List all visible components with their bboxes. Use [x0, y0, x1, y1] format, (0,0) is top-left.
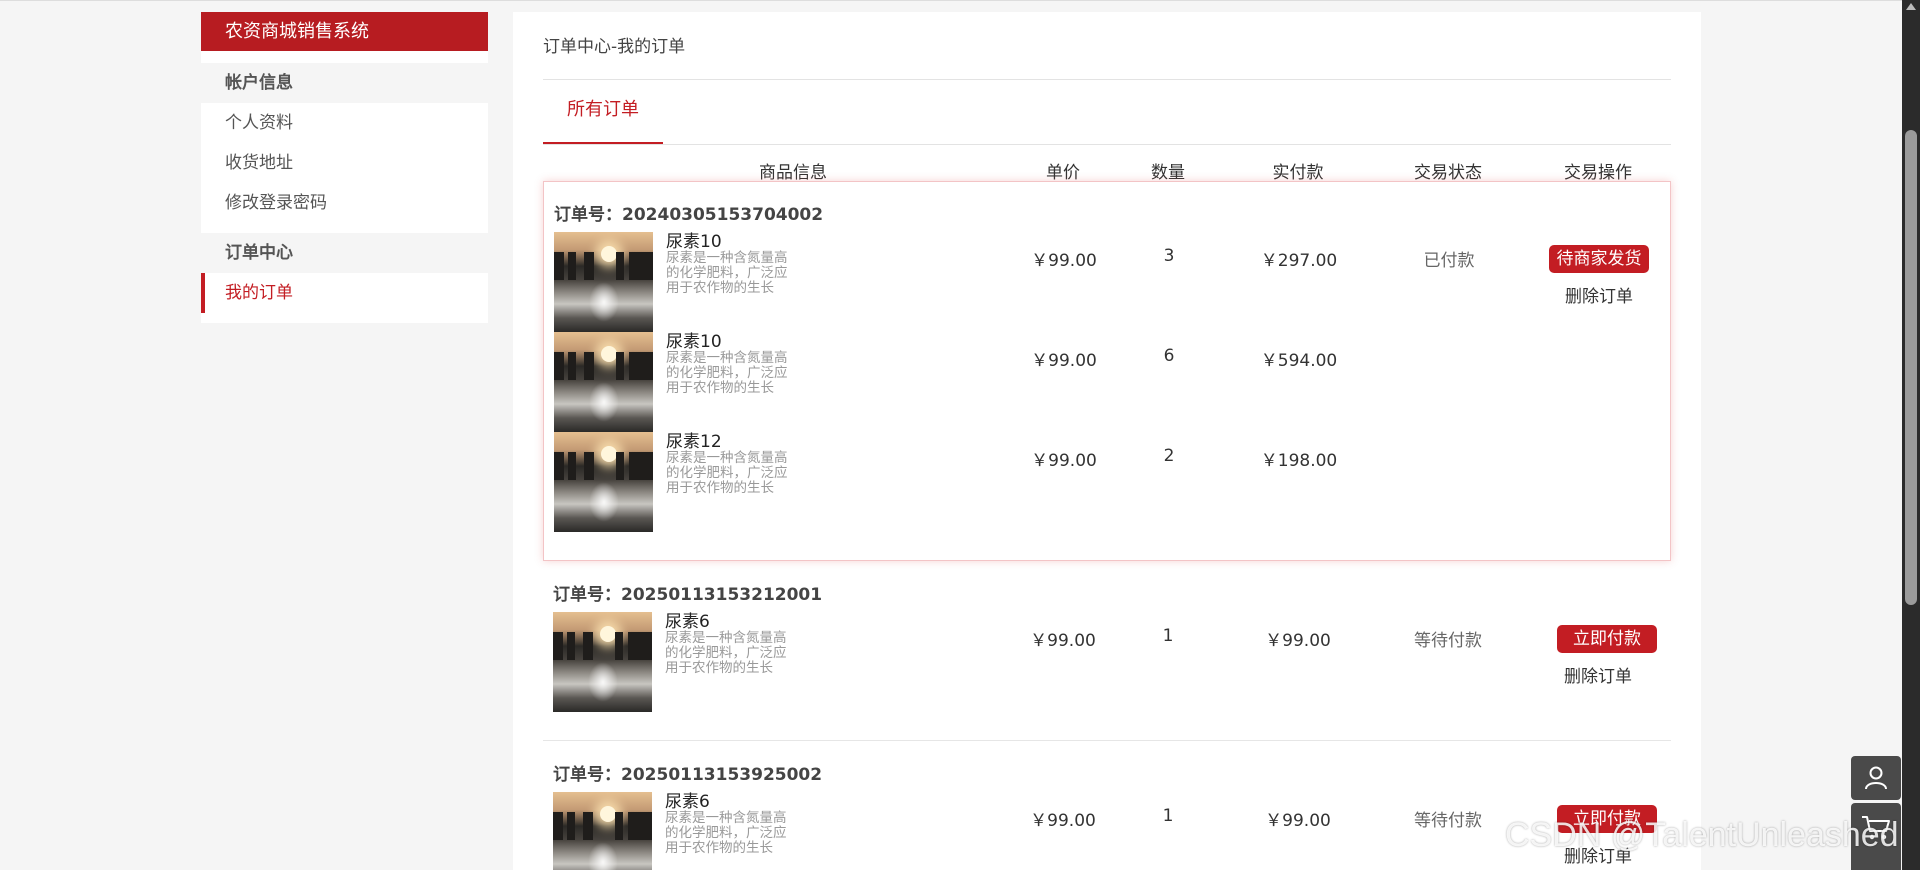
product-thumbnail[interactable]	[554, 332, 653, 432]
sidebar-group-orders: 订单中心	[201, 233, 488, 273]
product-name[interactable]: 尿素10	[666, 332, 722, 352]
unit-price: ￥99.00	[1030, 631, 1096, 651]
product-name[interactable]: 尿素10	[666, 232, 722, 252]
product-thumbnail[interactable]	[554, 432, 653, 532]
product-name[interactable]: 尿素12	[666, 432, 722, 452]
sidebar-item-profile[interactable]: 个人资料	[201, 103, 488, 143]
order-status: 已付款	[1423, 251, 1475, 271]
header-status: 交易状态	[1414, 163, 1482, 183]
paid-amount: ￥99.00	[1265, 811, 1331, 831]
sidebar-group-account: 帐户信息	[201, 63, 488, 103]
order-card: 订单号：20240305153704002 尿素10 尿素是一种含氮量高的化学肥…	[543, 181, 1671, 561]
quantity: 1	[1162, 626, 1174, 646]
sidebar-group-account-list: 个人资料 收货地址 修改登录密码	[201, 103, 488, 233]
csdn-watermark: CSDN @TalentUnleashed	[1505, 816, 1899, 854]
delete-order-link[interactable]: 删除订单	[1548, 662, 1648, 687]
paid-amount: ￥297.00	[1260, 251, 1338, 271]
header-product-info: 商品信息	[759, 163, 827, 183]
await-shipping-button[interactable]: 待商家发货	[1549, 245, 1649, 273]
product-name[interactable]: 尿素6	[665, 612, 710, 632]
order-item: 尿素6 尿素是一种含氮量高的化学肥料，广泛应用于农作物的生长 ￥99.00 1 …	[543, 612, 1669, 712]
quantity: 3	[1163, 246, 1175, 266]
pay-now-button[interactable]: 立即付款	[1557, 625, 1657, 653]
brand-title[interactable]: 农资商城销售系统	[201, 12, 488, 51]
product-desc: 尿素是一种含氮量高的化学肥料，广泛应用于农作物的生长	[666, 450, 788, 496]
sidebar-group-orders-list: 我的订单	[201, 273, 488, 323]
header-unit-price: 单价	[1046, 163, 1080, 183]
paid-amount: ￥99.00	[1265, 631, 1331, 651]
product-desc: 尿素是一种含氮量高的化学肥料，广泛应用于农作物的生长	[666, 250, 788, 296]
user-float-button[interactable]	[1851, 756, 1901, 800]
main-panel: 订单中心-我的订单 所有订单 商品信息 单价 数量 实付款 交易状态 交易操作 …	[513, 12, 1701, 870]
quantity: 2	[1163, 446, 1175, 466]
header-actions: 交易操作	[1564, 163, 1632, 183]
unit-price: ￥99.00	[1030, 811, 1096, 831]
header-paid: 实付款	[1272, 163, 1324, 183]
order-status: 等待付款	[1414, 631, 1482, 651]
order-tabs: 所有订单	[543, 80, 1671, 145]
order-number: 订单号：20250113153925002	[553, 765, 823, 785]
header-quantity: 数量	[1151, 163, 1185, 183]
sidebar-item-password[interactable]: 修改登录密码	[201, 183, 488, 223]
delete-order-link[interactable]: 删除订单	[1549, 282, 1649, 307]
paid-amount: ￥594.00	[1260, 351, 1338, 371]
order-item: 尿素12 尿素是一种含氮量高的化学肥料，广泛应用于农作物的生长 ￥99.00 2…	[544, 432, 1670, 532]
tab-all-orders[interactable]: 所有订单	[543, 80, 663, 144]
unit-price: ￥99.00	[1031, 351, 1097, 371]
product-thumbnail[interactable]	[553, 612, 652, 712]
scroll-up-arrow-icon[interactable]	[1906, 3, 1916, 10]
product-name[interactable]: 尿素6	[665, 792, 710, 812]
sidebar-item-my-orders[interactable]: 我的订单	[201, 273, 488, 313]
order-item: 尿素10 尿素是一种含氮量高的化学肥料，广泛应用于农作物的生长 ￥99.00 3…	[544, 232, 1670, 332]
paid-amount: ￥198.00	[1260, 451, 1338, 471]
product-desc: 尿素是一种含氮量高的化学肥料，广泛应用于农作物的生长	[666, 350, 788, 396]
quantity: 6	[1163, 346, 1175, 366]
top-border	[0, 0, 1920, 1]
order-card: 订单号：20250113153212001 尿素6 尿素是一种含氮量高的化学肥料…	[543, 562, 1671, 741]
sidebar-gap	[201, 51, 488, 63]
order-status: 等待付款	[1414, 811, 1482, 831]
page-scrollbar-thumb[interactable]	[1905, 130, 1917, 605]
order-card: 订单号：20250113153925002 尿素6 尿素是一种含氮量高的化学肥料…	[543, 742, 1671, 870]
breadcrumb: 订单中心-我的订单	[543, 32, 1671, 80]
product-desc: 尿素是一种含氮量高的化学肥料，广泛应用于农作物的生长	[665, 630, 787, 676]
product-thumbnail[interactable]	[554, 232, 653, 332]
order-number: 订单号：20240305153704002	[554, 205, 824, 225]
product-desc: 尿素是一种含氮量高的化学肥料，广泛应用于农作物的生长	[665, 810, 787, 856]
user-icon	[1865, 766, 1887, 790]
unit-price: ￥99.00	[1031, 251, 1097, 271]
unit-price: ￥99.00	[1031, 451, 1097, 471]
sidebar-item-address[interactable]: 收货地址	[201, 143, 488, 183]
order-item: 尿素10 尿素是一种含氮量高的化学肥料，广泛应用于农作物的生长 ￥99.00 6…	[544, 332, 1670, 432]
product-thumbnail[interactable]	[553, 792, 652, 870]
sidebar: 农资商城销售系统 帐户信息 个人资料 收货地址 修改登录密码 订单中心 我的订单	[201, 12, 488, 323]
quantity: 1	[1162, 806, 1174, 826]
order-item: 尿素6 尿素是一种含氮量高的化学肥料，广泛应用于农作物的生长 ￥99.00 1 …	[543, 792, 1669, 870]
order-number: 订单号：20250113153212001	[553, 585, 823, 605]
